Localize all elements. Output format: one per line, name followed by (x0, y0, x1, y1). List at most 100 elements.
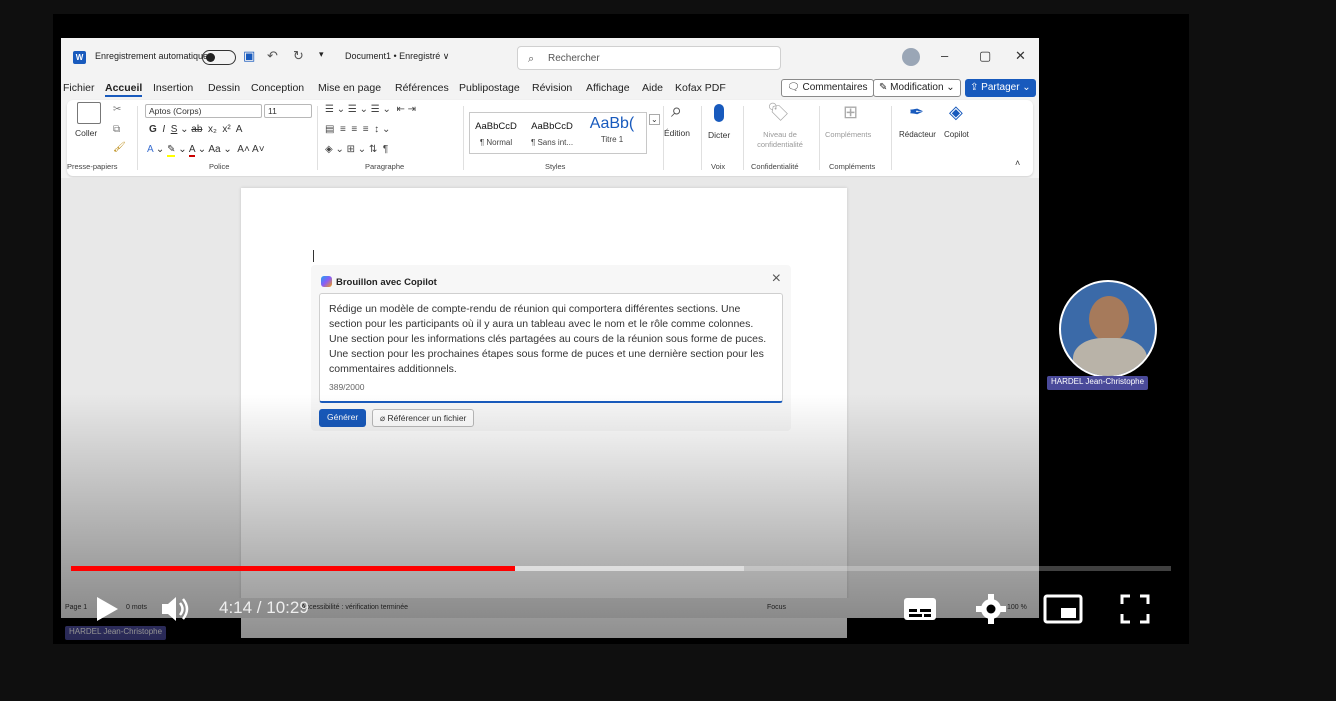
tab-accueil[interactable]: Accueil (105, 82, 143, 97)
text-cursor (313, 250, 314, 262)
paste-icon[interactable] (77, 102, 101, 124)
zoom-level[interactable]: 100 % (1007, 604, 1027, 611)
minimize-icon[interactable]: – (941, 48, 948, 63)
addins-label[interactable]: Compléments (825, 130, 871, 139)
editor-icon[interactable]: ✒ (909, 102, 924, 123)
customize-toolbar-icon[interactable]: ▾ (319, 49, 324, 60)
generate-button[interactable]: Générer (319, 409, 367, 427)
page-indicator[interactable]: Page 1 (65, 604, 87, 611)
search-icon: ⌕ (528, 53, 535, 65)
presenter-name-tag: HARDEL Jean-Christophe (1047, 376, 1149, 390)
group-label-paragraph: Paragraphe (365, 162, 405, 171)
separator (743, 106, 744, 170)
copilot-draft-panel: Brouillon avec Copilot × Rédige un modèl… (311, 265, 791, 431)
sensitivity-icon[interactable]: 🏷 (767, 102, 790, 123)
word-count[interactable]: 0 mots (126, 604, 147, 611)
list-buttons[interactable]: ☰ ⌄ ☰ ⌄ ☰ ⌄ ⇤ ⇥ (325, 104, 416, 115)
paste-label[interactable]: Coller (75, 128, 97, 138)
separator (819, 106, 820, 170)
reference-file-button[interactable]: ⌀ Référencer un fichier (372, 409, 475, 427)
time-display: 4:14 / 10:29 (219, 598, 309, 617)
font-name-select[interactable]: Aptos (Corps) (145, 104, 262, 118)
tab-conception[interactable]: Conception (251, 82, 304, 94)
separator (701, 106, 702, 170)
edition-icon[interactable]: ⌕ (671, 100, 682, 123)
editor-label[interactable]: Rédacteur (899, 130, 936, 139)
tab-affichage[interactable]: Affichage (586, 82, 630, 94)
style-sans-interligne[interactable]: AaBbCcD ¶ Sans int... (526, 113, 578, 153)
tab-references[interactable]: Références (395, 82, 449, 94)
copilot-icon[interactable]: ◈ (949, 102, 963, 123)
tab-revision[interactable]: Révision (532, 82, 572, 94)
font-size-select[interactable]: 11 (264, 104, 312, 118)
ribbon-tabs: Fichier Accueil Insertion Dessin Concept… (61, 78, 1039, 100)
separator (663, 106, 664, 170)
copilot-label[interactable]: Copilot (944, 130, 969, 139)
progress-bar[interactable] (71, 566, 1171, 571)
sensitivity-label[interactable]: Niveau de confidentialité (748, 130, 812, 150)
microphone-icon[interactable] (714, 104, 724, 122)
comments-button[interactable]: 🗨 Commentaires (781, 79, 874, 97)
title-bar: W Enregistrement automatique ▣ ↶ ↻ ▾ Doc… (61, 38, 1039, 76)
copilot-prompt-input[interactable]: Rédige un modèle de compte-rendu de réun… (319, 293, 783, 403)
tab-insertion[interactable]: Insertion (153, 82, 193, 94)
document-title[interactable]: Document1 • Enregistré ∨ (345, 51, 449, 62)
account-avatar[interactable] (902, 48, 920, 66)
ribbon-home: Coller ✂ ⧉ 🖌 Presse-papiers Aptos (Corps… (67, 100, 1033, 176)
copilot-panel-title: Brouillon avec Copilot (321, 276, 437, 288)
focus-mode[interactable]: Focus (767, 604, 786, 611)
character-count: 389/2000 (329, 382, 365, 392)
format-painter-icon[interactable]: 🖌 (113, 142, 126, 153)
autosave-label: Enregistrement automatique (95, 51, 209, 61)
volume-icon[interactable] (159, 594, 191, 624)
miniplayer-icon[interactable] (1043, 593, 1083, 625)
styles-scroll-icon[interactable]: ⌄ (649, 114, 660, 125)
close-icon[interactable]: ✕ (1015, 48, 1026, 64)
addins-icon[interactable]: ⊞ (843, 102, 858, 123)
play-icon[interactable] (91, 594, 121, 624)
group-label-addins: Compléments (829, 162, 876, 171)
close-icon[interactable]: × (772, 270, 781, 288)
tab-dessin[interactable]: Dessin (208, 82, 240, 94)
save-icon[interactable]: ▣ (243, 48, 255, 64)
tab-mise-en-page[interactable]: Mise en page (318, 82, 381, 94)
group-label-styles: Styles (545, 162, 566, 171)
styles-gallery[interactable]: AaBbCcD ¶ Normal AaBbCcD ¶ Sans int... A… (469, 112, 647, 154)
redo-icon[interactable]: ↻ (293, 48, 304, 64)
share-button[interactable]: ⇪ Partager ⌄ (965, 79, 1036, 97)
separator (137, 106, 138, 170)
presenter-webcam (1059, 280, 1157, 378)
subtitles-icon[interactable] (902, 594, 938, 624)
presenter-name-tag-bottom: HARDEL Jean-Christophe (65, 626, 167, 640)
align-buttons[interactable]: ▤ ≡ ≡ ≡ ↕ ⌄ (325, 124, 390, 135)
played-bar (71, 566, 515, 571)
search-box[interactable]: ⌕ Rechercher (517, 46, 781, 70)
separator (317, 106, 318, 170)
font-format-buttons[interactable]: G I S ⌄ ab x₂ x² A (149, 124, 242, 135)
copilot-prompt-text[interactable]: Rédige un modèle de compte-rendu de réun… (329, 302, 775, 377)
font-color-buttons[interactable]: A ⌄ ✎ ⌄ A ⌄ Aa ⌄ A˄ A˅ (147, 144, 265, 157)
autosave-toggle[interactable] (202, 50, 236, 65)
copy-icon[interactable]: ⧉ (113, 124, 120, 135)
group-label-sensitivity: Confidentialité (751, 162, 799, 171)
fullscreen-icon[interactable] (1119, 593, 1151, 625)
shading-buttons[interactable]: ◈ ⌄ ⊞ ⌄ ⇅ ¶ (325, 144, 388, 155)
undo-icon[interactable]: ↶ (267, 48, 278, 64)
editing-mode-button[interactable]: ✎ Modification ⌄ (873, 79, 961, 97)
edition-label[interactable]: Édition (664, 128, 690, 138)
style-titre-1[interactable]: AaBb( Titre 1 (582, 113, 642, 153)
cut-icon[interactable]: ✂ (113, 104, 121, 115)
group-label-voice: Voix (711, 162, 726, 171)
tab-kofax-pdf[interactable]: Kofax PDF (675, 82, 726, 94)
tab-publipostage[interactable]: Publipostage (459, 82, 520, 94)
restore-icon[interactable]: ▢ (979, 48, 991, 64)
dictate-label[interactable]: Dicter (708, 130, 730, 140)
accessibility-status[interactable]: Accessibilité : vérification terminée (301, 604, 408, 611)
settings-icon[interactable] (974, 592, 1008, 626)
video-player[interactable]: W Enregistrement automatique ▣ ↶ ↻ ▾ Doc… (53, 14, 1189, 644)
status-bar: Page 1 0 mots Accessibilité : vérificati… (61, 598, 1039, 618)
tab-aide[interactable]: Aide (642, 82, 663, 94)
collapse-ribbon-icon[interactable]: ˄ (1015, 158, 1020, 168)
tab-fichier[interactable]: Fichier (63, 82, 95, 94)
style-normal[interactable]: AaBbCcD ¶ Normal (470, 113, 522, 153)
